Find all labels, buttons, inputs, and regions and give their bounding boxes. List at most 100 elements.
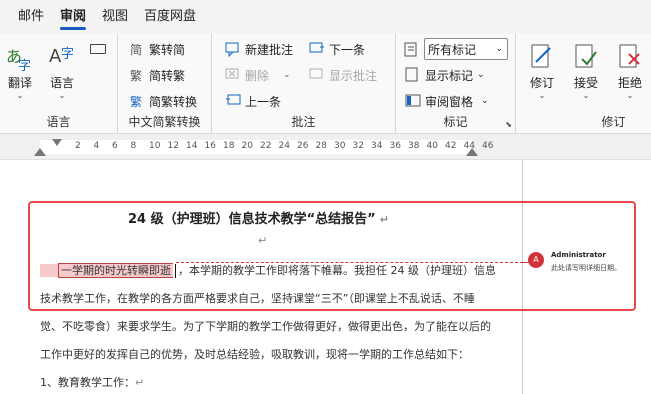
- track-changes-label: 修订: [529, 76, 554, 90]
- ruler-tick-label: 8: [130, 141, 137, 151]
- ruler-tick-label: 30: [334, 141, 346, 151]
- group-language: あ字 翻译 ⌄ A字 语言 ⌄ 语言: [0, 34, 118, 134]
- first-line-indent-marker[interactable]: [52, 139, 62, 146]
- show-comments-label: 显示批注: [329, 68, 378, 83]
- group-label-comments: 批注: [291, 115, 316, 129]
- ruler-tick-label: 42: [445, 141, 457, 151]
- group-label-tracking: 修订: [601, 115, 626, 129]
- reviewing-pane-icon: [404, 93, 422, 109]
- show-markup-label: 显示标记: [425, 68, 474, 83]
- ruler-tick-label: 46: [482, 141, 494, 151]
- delete-comment-icon: [224, 67, 242, 83]
- paragraph-line-5[interactable]: 1、教育教学工作：↵: [40, 374, 144, 390]
- simp-to-trad-button[interactable]: 繁 简转繁: [128, 64, 185, 86]
- new-comment-button[interactable]: 新建批注: [224, 38, 293, 60]
- horizontal-ruler[interactable]: 2 4 6 8 10 12 14 16 18 20 22 24 26 28 30 32 34 36 38 40 42 44…: [0, 134, 651, 160]
- ruler-tick-label: 34: [371, 141, 383, 151]
- language-icon: A字: [42, 40, 82, 74]
- translate-label: 翻译: [7, 76, 32, 90]
- group-chinese-conversion: 简 繁转简 繁 简转繁 繁 简繁转换 中文简繁转换: [118, 34, 212, 134]
- trad-to-simp-label: 繁转简: [149, 42, 186, 57]
- show-comments-button[interactable]: 显示批注: [308, 64, 377, 86]
- show-comments-icon: [308, 67, 326, 83]
- chevron-down-icon: ⌄: [495, 44, 503, 54]
- group-label-chinese: 中文简繁转换: [128, 115, 201, 129]
- new-comment-label: 新建批注: [245, 42, 294, 57]
- reviewing-pane-button[interactable]: 审阅窗格 ⌄: [404, 90, 489, 112]
- trad-simp-icon: 简: [128, 41, 146, 57]
- translate-button[interactable]: あ字 翻译 ⌄: [0, 40, 40, 100]
- ruler-tick-label: 40: [426, 141, 438, 151]
- ruler-tick-label: 16: [204, 141, 216, 151]
- tab-mail[interactable]: 邮件: [10, 0, 52, 34]
- paragraph-line-4[interactable]: 工作中更好的发挥自己的优势，及时总结经验，吸取教训，现将一学期的工作总结如下：: [40, 346, 469, 362]
- simp-to-trad-label: 简转繁: [149, 68, 186, 83]
- ruler-tick-label: 4: [93, 141, 100, 151]
- accept-label: 接受: [573, 76, 598, 90]
- tab-baidu-netdisk[interactable]: 百度网盘: [136, 0, 204, 34]
- markup-icon: [404, 42, 420, 58]
- accept-button[interactable]: 接受 ⌄: [566, 40, 606, 100]
- ruler-tick-label: 36: [389, 141, 401, 151]
- markup-view-value: 所有标记: [428, 42, 477, 57]
- ruler-tick-label: 6: [112, 141, 118, 151]
- chevron-down-icon: ⌄: [58, 91, 66, 100]
- trad-to-simp-button[interactable]: 简 繁转简: [128, 38, 185, 60]
- ribbon: あ字 翻译 ⌄ A字 语言 ⌄ 语言 简 繁转简 繁 简转繁 繁 简繁转换 中文…: [0, 34, 651, 134]
- highlight-box: [28, 201, 636, 311]
- delete-comment-button[interactable]: 删除 ⌄: [224, 64, 291, 86]
- show-markup-icon: [404, 67, 422, 83]
- ruler-tick-label: 26: [297, 141, 309, 151]
- paragraph-line-3[interactable]: 觉、不吃零食）来要求学生。为了下学期的教学工作做得更好，做得更出色，为了能在以后…: [40, 318, 491, 334]
- next-comment-label: 下一条: [329, 42, 366, 57]
- svg-text:字: 字: [61, 47, 74, 62]
- convert-icon: 繁: [128, 93, 146, 109]
- ruler-tick-label: 22: [260, 141, 272, 151]
- tab-review[interactable]: 审阅: [52, 0, 94, 34]
- group-label-markup: 标记: [443, 115, 468, 129]
- show-markup-button[interactable]: 显示标记 ⌄: [404, 64, 485, 86]
- reject-icon: [610, 40, 650, 74]
- reviewing-pane-label: 审阅窗格: [425, 94, 474, 109]
- group-label-language: 语言: [46, 115, 71, 129]
- previous-comment-icon: [224, 93, 242, 109]
- group-comments: 新建批注 删除 ⌄ 上一条 下一条 显示批注 批注: [212, 34, 396, 134]
- next-comment-icon: [308, 41, 326, 57]
- next-comment-button[interactable]: 下一条: [308, 38, 365, 60]
- delete-comment-label: 删除: [245, 68, 270, 83]
- chevron-down-icon: ⌄: [538, 91, 546, 100]
- chevron-down-icon[interactable]: ⌄: [283, 70, 291, 80]
- accept-icon: [566, 40, 606, 74]
- reject-label: 拒绝: [617, 76, 642, 90]
- keyboard-icon[interactable]: [90, 44, 106, 54]
- dialog-launcher-icon[interactable]: ⬊: [505, 120, 512, 129]
- language-button[interactable]: A字 语言 ⌄: [42, 40, 82, 100]
- language-label: 语言: [49, 76, 74, 90]
- ruler-tick-label: 24: [278, 141, 290, 151]
- reject-button[interactable]: 拒绝 ⌄: [610, 40, 650, 100]
- tab-view[interactable]: 视图: [94, 0, 136, 34]
- line-5-text: 1、教育教学工作：: [40, 376, 135, 389]
- ruler-tick-label: 2: [75, 141, 81, 151]
- markup-view-select[interactable]: 所有标记 ⌄: [424, 38, 508, 60]
- chinese-convert-button[interactable]: 繁 简繁转换: [128, 90, 197, 112]
- ruler-tick-label: 10: [149, 141, 161, 151]
- track-changes-button[interactable]: 修订 ⌄: [522, 40, 562, 100]
- chinese-convert-label: 简繁转换: [149, 94, 198, 109]
- previous-comment-button[interactable]: 上一条: [224, 90, 281, 112]
- chevron-down-icon: ⌄: [582, 91, 590, 100]
- previous-comment-label: 上一条: [245, 94, 282, 109]
- left-indent-marker[interactable]: [34, 148, 46, 156]
- svg-text:字: 字: [18, 59, 31, 72]
- ruler-tick-label: 20: [241, 141, 253, 151]
- chevron-down-icon: ⌄: [481, 96, 489, 106]
- svg-text:繁: 繁: [130, 68, 142, 83]
- ruler-tick-label: 32: [352, 141, 364, 151]
- chevron-down-icon: ⌄: [16, 91, 24, 100]
- group-tracking: 修订 ⌄ 接受 ⌄ 拒绝 ⌄ 修订: [516, 34, 651, 134]
- ruler-tick-label: 14: [186, 141, 198, 151]
- group-markup: 所有标记 ⌄ 显示标记 ⌄ 审阅窗格 ⌄ 标记 ⬊: [396, 34, 516, 134]
- ruler-tick-label: 44: [463, 141, 475, 151]
- translate-icon: あ字: [0, 40, 40, 74]
- ruler-tick-label: 12: [167, 141, 179, 151]
